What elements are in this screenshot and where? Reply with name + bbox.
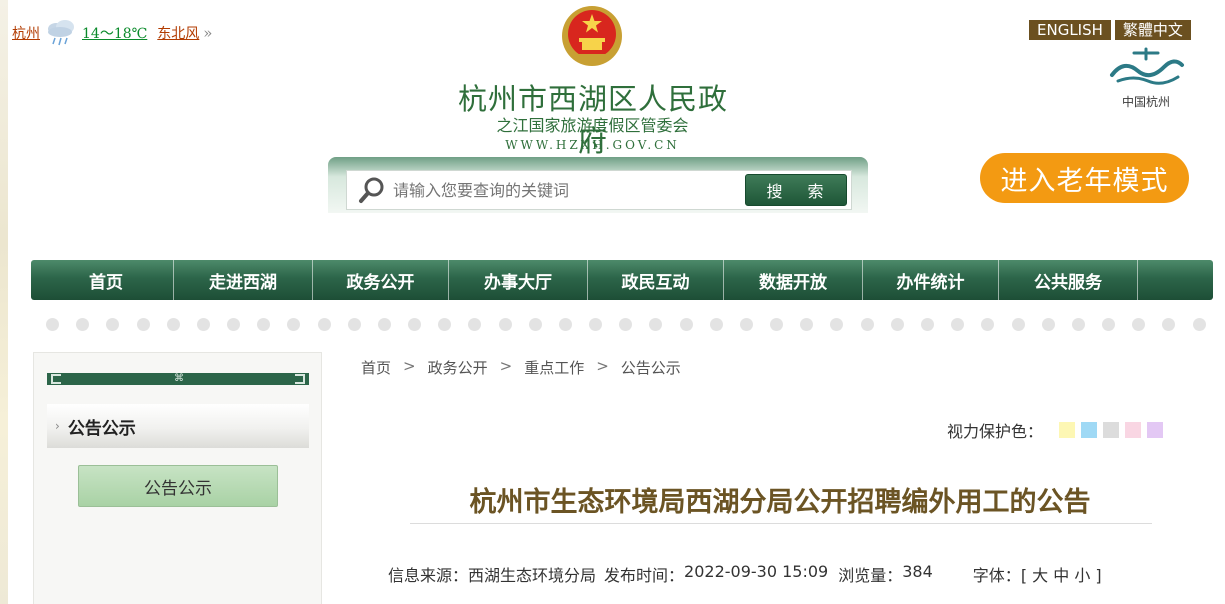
nav-item-service-hall[interactable]: 办事大厅 (449, 260, 588, 300)
traditional-chinese-link[interactable]: 繁體中文 (1114, 20, 1191, 40)
nav-item-gov-affairs[interactable]: 政务公开 (313, 260, 449, 300)
weather-temperature-link[interactable]: 14～18℃ (82, 23, 147, 43)
views-value: 384 (902, 562, 933, 581)
font-size-options[interactable]: [ 大 中 小 ] (1021, 562, 1102, 586)
search-input[interactable] (393, 175, 733, 205)
elder-mode-button[interactable]: 进入老年模式 (980, 153, 1189, 203)
sidebar-ornament: ⌘ (47, 373, 309, 385)
weather-city-link[interactable]: 杭州 (12, 23, 40, 43)
breadcrumb-separator: > (596, 357, 609, 375)
eye-protection-colors: 视力保护色： (947, 418, 1164, 442)
nav-item-about[interactable]: 走进西湖 (174, 260, 313, 300)
national-emblem-icon (562, 6, 622, 66)
publish-time-value: 2022-09-30 15:09 (684, 562, 829, 581)
breadcrumb-key-work[interactable]: 重点工作 (524, 357, 584, 378)
breadcrumb-gov-affairs[interactable]: 政务公开 (428, 357, 488, 378)
hangzhou-logo: 中国杭州 (1104, 45, 1188, 109)
weather-more-icon[interactable]: » (203, 24, 212, 42)
site-url: WWW.HZXH.GOV.CN (505, 138, 680, 152)
breadcrumb-notice[interactable]: 公告公示 (621, 357, 681, 378)
eye-color-pink[interactable] (1125, 422, 1142, 438)
sidebar-heading-text: 公告公示 (67, 418, 136, 439)
article-title: 杭州市生态环境局西湖分局公开招聘编外用工的公告 (469, 487, 1091, 518)
eye-color-blue[interactable] (1081, 422, 1098, 438)
site-subtitle: 之江国家旅游度假区管委会 (496, 116, 689, 135)
title-divider (410, 523, 1152, 524)
search-icon (359, 177, 384, 203)
weather-widget: 杭州 14～18℃ 东北风 » (12, 18, 212, 48)
breadcrumb-separator: > (499, 357, 513, 375)
nav-item-statistics[interactable]: 办件统计 (863, 260, 999, 300)
dot-divider (46, 318, 1206, 332)
language-switcher: ENGLISH 繁體中文 (1029, 20, 1191, 40)
sidebar-heading: › 公告公示 (47, 404, 309, 448)
source-label: 信息来源： (388, 566, 469, 585)
breadcrumb: 首页 > 政务公开 > 重点工作 > 公告公示 (361, 357, 681, 378)
publish-time-label: 发布时间： (604, 566, 685, 585)
breadcrumb-separator: > (403, 357, 416, 375)
search-box: 搜 索 (346, 170, 852, 210)
english-link[interactable]: ENGLISH (1029, 20, 1111, 40)
views-label: 浏览量： (838, 566, 903, 585)
hangzhou-logo-text: 中国杭州 (1121, 95, 1170, 109)
nav-item-home[interactable]: 首页 (39, 260, 174, 300)
breadcrumb-home[interactable]: 首页 (361, 357, 391, 378)
source-value: 西湖生态环境分局 (468, 566, 597, 585)
hangzhou-logo-icon (1110, 47, 1184, 85)
eye-color-purple[interactable] (1147, 422, 1164, 438)
eye-color-gray[interactable] (1103, 422, 1120, 438)
eye-protection-label: 视力保护色： (947, 422, 1044, 441)
nav-item-open-data[interactable]: 数据开放 (724, 260, 863, 300)
sidebar: ⌘ › 公告公示 公告公示 (33, 352, 322, 604)
main-nav: 首页 走进西湖 政务公开 办事大厅 政民互动 数据开放 办件统计 公共服务 (31, 260, 1213, 300)
font-size-label: 字体： (972, 566, 1021, 585)
cloud-rain-icon (48, 20, 74, 46)
nav-item-public-service[interactable]: 公共服务 (999, 260, 1138, 300)
article-meta: 信息来源： 西湖生态环境分局 发布时间： 2022-09-30 15:09 浏览… (388, 562, 1106, 586)
search-button[interactable]: 搜 索 (745, 174, 847, 206)
eye-color-yellow[interactable] (1059, 422, 1076, 438)
nav-item-interaction[interactable]: 政民互动 (588, 260, 724, 300)
sidebar-item-notice[interactable]: 公告公示 (78, 465, 278, 507)
chevron-right-icon: › (55, 419, 60, 433)
left-decoration (0, 0, 8, 604)
weather-wind-link[interactable]: 东北风 (157, 23, 199, 43)
